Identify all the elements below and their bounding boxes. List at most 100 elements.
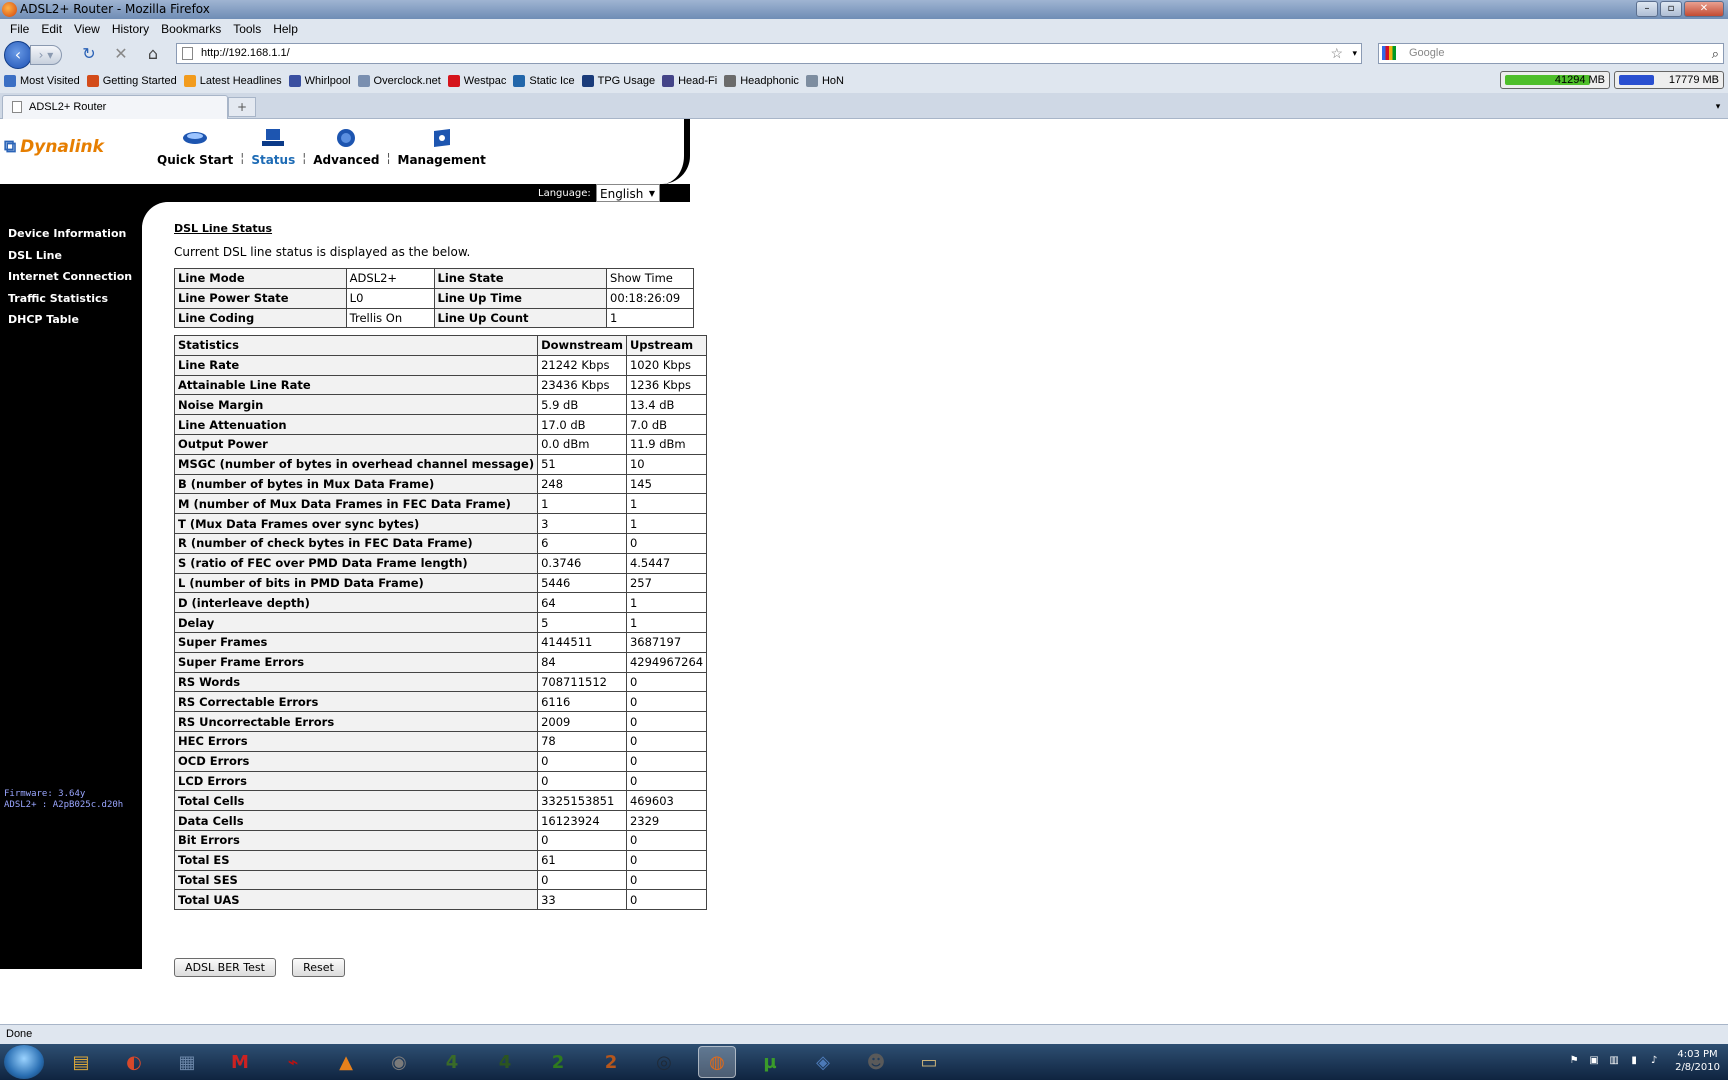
folder-icon[interactable]: ▭ [910,1046,948,1078]
table-row: LCD Errors 0 0 [173,770,708,792]
bookmark-overclock[interactable]: Overclock.net [357,75,441,87]
menu-tools[interactable]: Tools [227,22,267,36]
game2-icon[interactable]: 4 [486,1046,524,1078]
menu-bar: File Edit View History Bookmarks Tools H… [0,19,1728,39]
status-bar: Done [0,1024,1728,1044]
bookmark-label: Overclock.net [373,75,441,87]
language-select[interactable]: English ▼ [596,184,660,202]
bookmark-head-fi[interactable]: Head-Fi [662,75,717,87]
column-header: Downstream [537,335,627,356]
bookmark-tpg-usage[interactable]: TPG Usage [581,75,655,87]
menu-view[interactable]: View [68,22,106,36]
media-icon[interactable]: ◉ [380,1046,418,1078]
table-row: R (number of check bytes in FEC Data Fra… [173,532,708,554]
sidebar-item-internet-connection[interactable]: Internet Connection [0,266,132,288]
bookmark-westpac[interactable]: Westpac [447,75,506,87]
forward-button[interactable]: › ▾ [30,45,62,65]
back-button[interactable]: ‹ [4,41,32,69]
table-cell: 84 [537,651,627,673]
bookmark-getting-started[interactable]: Getting Started [86,75,177,87]
logo-icon: ⧉ [4,137,17,157]
usage-meter-label: 17779 MB [1668,74,1719,86]
tray-power-icon[interactable]: ▮ [1627,1054,1641,1068]
reload-icon[interactable]: ↻ [80,45,98,63]
nav-management[interactable]: Management [391,127,493,167]
explorer-icon[interactable]: ▤ [62,1046,100,1078]
nav-status[interactable]: Status [244,127,302,167]
bookmark-whirlpool[interactable]: Whirlpool [288,75,351,87]
table-cell: T (Mux Data Frames over sync bytes) [173,513,539,534]
usage-meter-fill [1619,75,1654,85]
nav-label: Quick Start [157,153,234,167]
menu-edit[interactable]: Edit [35,22,68,36]
bookmark-most-visited[interactable]: Most Visited [4,75,80,87]
menu-help[interactable]: Help [267,22,304,36]
minimize-button[interactable]: – [1636,1,1658,17]
tray-ati-icon[interactable]: ▣ [1587,1054,1601,1068]
new-tab-button[interactable]: + [228,97,256,117]
tab-list-icon[interactable]: ▾ [1710,97,1726,117]
clock[interactable]: 4:03 PM 2/8/2010 [1675,1048,1720,1074]
adsl-ber-test-button[interactable]: ADSL BER Test [174,958,276,977]
bookmark-star-icon[interactable]: ☆ [1330,44,1343,63]
url-dropdown-icon[interactable]: ▾ [1352,44,1357,63]
table-cell: L (number of bits in PMD Data Frame) [173,572,539,594]
game1-icon[interactable]: 4 [433,1046,471,1078]
game4-icon[interactable]: 2 [592,1046,630,1078]
menu-file[interactable]: File [4,22,35,36]
url-bar[interactable]: http://192.168.1.1/ ☆ ▾ [176,43,1362,64]
table-cell: 16123924 [537,810,627,831]
bookmark-latest-headlines[interactable]: Latest Headlines [183,75,282,87]
sidebar-item-dhcp-table[interactable]: DHCP Table [0,309,132,331]
chrome-like-icon[interactable]: ◐ [115,1046,153,1078]
table-cell: HEC Errors [173,730,539,752]
table-cell: Delay [173,612,539,633]
search-box[interactable]: Google ⌕ [1378,43,1724,64]
nav-quick-start[interactable]: Quick Start [150,127,240,167]
table-cell: D (interleave depth) [173,592,539,614]
tab-router[interactable]: ADSL2+ Router [2,95,228,119]
alien-icon[interactable]: ☻ [857,1046,895,1078]
network-icon[interactable]: ◈ [804,1046,842,1078]
steam-icon[interactable]: ◎ [645,1046,683,1078]
reset-button[interactable]: Reset [292,958,345,977]
acrobat-icon[interactable]: ⌁ [274,1046,312,1078]
table-row: Line Coding Trellis On Line Up Count 1 [174,307,694,329]
scanner-icon[interactable]: ▦ [168,1046,206,1078]
home-icon[interactable]: ⌂ [144,45,162,63]
search-icon[interactable]: ⌕ [1712,44,1719,63]
vlc-icon[interactable]: ▲ [327,1046,365,1078]
table-cell: R (number of check bytes in FEC Data Fra… [173,532,539,554]
table-cell: B (number of bytes in Mux Data Frame) [173,473,539,495]
bookmark-headphonic[interactable]: Headphonic [724,75,799,87]
clock-time: 4:03 PM [1677,1049,1718,1060]
utorrent-icon[interactable]: µ [751,1046,789,1078]
firefox-icon[interactable]: ◍ [698,1046,736,1078]
stop-icon[interactable]: ✕ [112,45,130,63]
game3-icon[interactable]: 2 [539,1046,577,1078]
bookmark-static-ice[interactable]: Static Ice [513,75,575,87]
tray-flag-icon[interactable]: ⚑ [1567,1054,1581,1068]
table-row: S (ratio of FEC over PMD Data Frame leng… [173,552,708,574]
firmware-version: Firmware: 3.64y [4,789,86,799]
table-row: M (number of Mux Data Frames in FEC Data… [173,493,708,515]
tray-network-icon[interactable]: ▥ [1607,1054,1621,1068]
nav-advanced[interactable]: Advanced [306,127,386,167]
sidebar-item-device-information[interactable]: Device Information [0,223,132,245]
menu-history[interactable]: History [106,22,155,36]
table-cell: 4.5447 [625,552,708,574]
menu-bookmarks[interactable]: Bookmarks [155,22,227,36]
table-row: Output Power 0.0 dBm 11.9 dBm [173,433,708,455]
sidebar-item-dsl-line[interactable]: DSL Line [0,245,132,267]
google-icon[interactable] [1382,46,1396,60]
tray-volume-icon[interactable]: ♪ [1647,1054,1661,1068]
gmail-icon[interactable]: M [221,1046,259,1078]
page-icon [12,101,22,113]
start-button[interactable] [4,1045,44,1079]
table-row: OCD Errors 0 0 [173,750,708,772]
close-button[interactable]: ✕ [1684,1,1724,17]
maximize-button[interactable]: ▫ [1660,1,1682,17]
sidebar-item-traffic-statistics[interactable]: Traffic Statistics [0,288,132,310]
table-cell: MSGC (number of bytes in overhead channe… [173,453,539,475]
bookmark-hon[interactable]: HoN [805,75,844,87]
